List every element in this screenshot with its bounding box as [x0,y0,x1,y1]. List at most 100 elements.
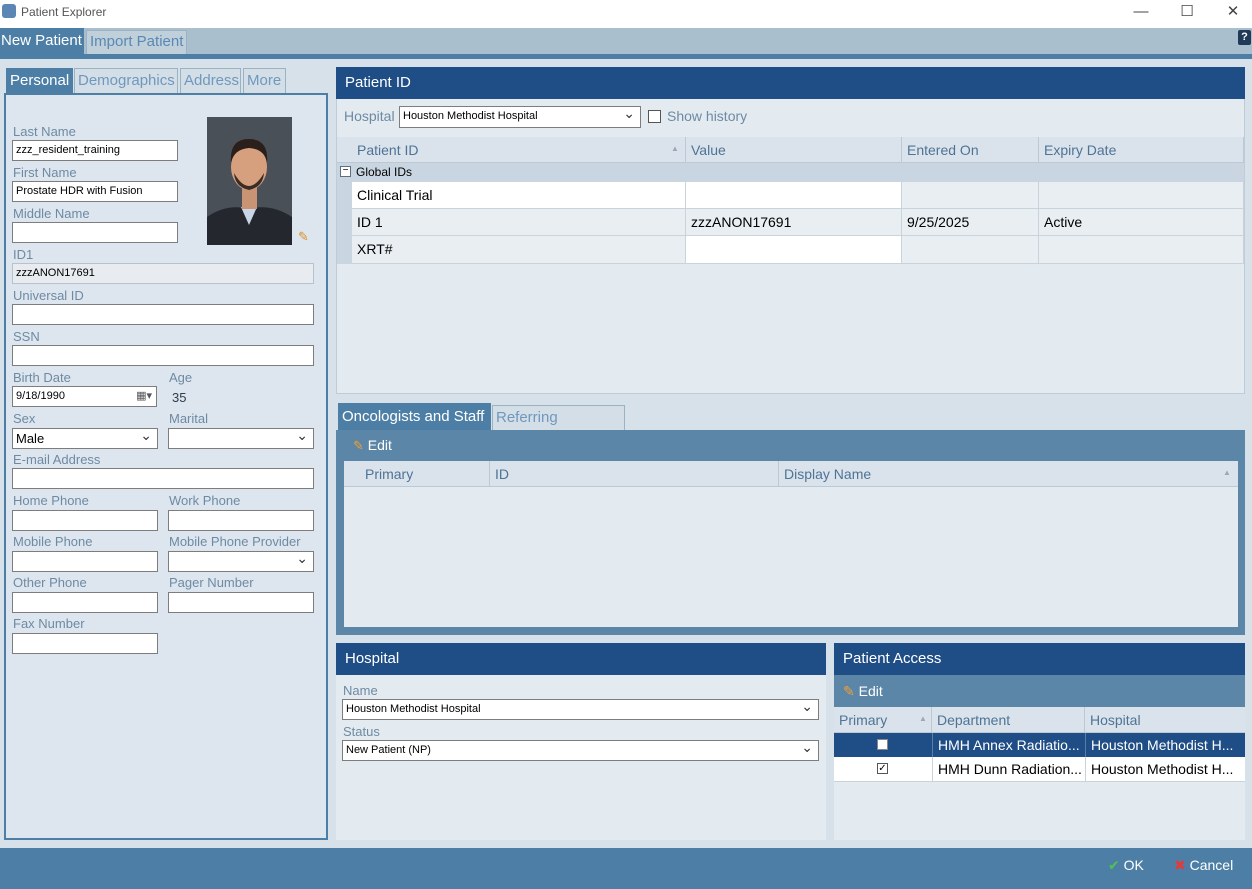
birth-date-label: Birth Date [13,370,71,385]
patient-id-header: Patient ID [336,67,1245,99]
pager-field[interactable] [168,592,314,613]
tab-demographics[interactable]: Demographics [74,68,178,93]
group-label: Global IDs [356,165,413,179]
toolbar [0,28,1252,54]
id1-label: ID1 [13,247,34,262]
cell-entered-on [902,236,1039,264]
window-title: Patient Explorer [21,5,107,19]
ok-label: OK [1123,857,1144,873]
birth-date-field[interactable]: 9/18/1990 ▦▾ [12,386,157,407]
access-grid: Primary ▲ Department Hospital HMH Annex … [834,707,1245,840]
cell-entered-on [902,182,1039,209]
cell-value[interactable]: zzzANON17691 [686,209,902,236]
cell-value[interactable] [686,236,902,264]
minimize-button[interactable]: — [1123,2,1159,24]
cell-expiry-date [1039,236,1244,264]
grid-header: Primary ▲ Department Hospital [834,707,1245,733]
middle-name-field[interactable] [12,222,178,243]
cell-id-name: Clinical Trial [352,182,686,209]
group-indent [337,182,352,264]
hospital-status-select[interactable]: New Patient (NP) [342,740,819,761]
ssn-label: SSN [13,329,40,344]
fax-label: Fax Number [13,616,85,631]
table-row[interactable]: HMH Annex Radiatio... Houston Methodist … [834,733,1245,757]
col-entered-on[interactable]: Entered On [902,137,1039,163]
ok-button[interactable]: ✔ OK [1108,857,1144,874]
tab-address[interactable]: Address [180,68,241,93]
work-phone-field[interactable] [168,510,314,531]
sort-up-icon: ▲ [919,714,927,723]
hospital-status-label: Status [343,724,380,739]
mobile-provider-select[interactable] [168,551,314,572]
tab-new-patient[interactable]: New Patient [0,28,84,54]
toolbar-divider [0,54,1252,59]
other-phone-field[interactable] [12,592,158,613]
table-row[interactable]: ✓ HMH Dunn Radiation... Houston Methodis… [834,757,1245,782]
col-expiry-date[interactable]: Expiry Date [1039,137,1244,163]
calendar-icon[interactable]: ▦▾ [136,387,152,406]
tab-more[interactable]: More [243,68,286,93]
col-primary[interactable]: Primary [834,707,932,733]
col-value[interactable]: Value [686,137,902,163]
pencil-icon: ✎ [843,683,855,699]
mobile-phone-field[interactable] [12,551,158,572]
help-icon[interactable]: ? [1238,30,1251,45]
tab-oncologists-staff[interactable]: Oncologists and Staff [338,403,491,430]
home-phone-field[interactable] [12,510,158,531]
maximize-button[interactable]: ☐ [1169,2,1205,24]
fax-field[interactable] [12,633,158,654]
show-history-checkbox[interactable] [648,110,661,123]
sort-up-icon: ▲ [1223,468,1231,477]
edit-photo-icon[interactable]: ✎ [298,229,309,245]
group-row-global-ids[interactable]: − Global IDs [337,163,1244,182]
last-name-field[interactable]: zzz_resident_training [12,140,178,161]
col-department[interactable]: Department [932,707,1085,733]
tab-import-patient[interactable]: Import Patient [86,30,187,54]
staff-edit-button[interactable]: ✎ Edit [353,437,392,454]
home-phone-label: Home Phone [13,493,89,508]
check-icon: ✔ [1108,857,1120,873]
work-phone-label: Work Phone [169,493,241,508]
sex-select[interactable]: Male [12,428,158,449]
hospital-filter-select[interactable]: Houston Methodist Hospital [399,106,641,128]
cell-value[interactable] [686,182,902,209]
age-value: 35 [172,390,187,405]
first-name-label: First Name [13,165,77,180]
col-primary[interactable]: Primary [360,461,490,487]
cell-id-name: ID 1 [352,209,686,236]
cell-id-name: XRT# [352,236,686,264]
col-hospital[interactable]: Hospital [1085,707,1245,733]
age-label: Age [169,370,193,385]
cell-expiry-date [1039,182,1244,209]
first-name-field[interactable]: Prostate HDR with Fusion [12,181,178,202]
id1-field: zzzANON17691 [12,263,314,284]
marital-select[interactable] [168,428,314,449]
col-display-name[interactable]: Display Name [779,461,1238,487]
collapse-icon[interactable]: − [340,166,351,177]
other-phone-label: Other Phone [13,575,87,590]
staff-grid: Primary ID Display Name ▲ [344,461,1238,627]
ssn-field[interactable] [12,345,314,366]
title-bar: Patient Explorer — ☐ ✕ [0,0,1252,28]
hospital-name-select[interactable]: Houston Methodist Hospital [342,699,819,720]
access-edit-button[interactable]: ✎ Edit [843,683,883,700]
close-button[interactable]: ✕ [1215,2,1251,24]
pencil-icon: ✎ [353,438,364,453]
cancel-button[interactable]: ✖ Cancel [1174,857,1233,874]
primary-checkbox[interactable]: ✓ [877,763,888,774]
hospital-name-label: Name [343,683,378,698]
universal-id-field[interactable] [12,304,314,325]
tab-personal[interactable]: Personal [6,68,73,93]
pager-label: Pager Number [169,575,254,590]
show-history-label[interactable]: Show history [667,108,747,124]
birth-date-value: 9/18/1990 [16,390,65,402]
tab-referring-physician[interactable]: Referring Physician [492,405,625,450]
primary-checkbox[interactable] [877,739,888,750]
sex-label: Sex [13,411,36,426]
email-field[interactable] [12,468,314,489]
middle-name-label: Middle Name [13,206,90,221]
col-id[interactable]: ID [490,461,779,487]
footer-bar [0,848,1252,889]
col-patient-id[interactable]: Patient ID [352,137,686,163]
patient-photo[interactable] [207,117,292,245]
